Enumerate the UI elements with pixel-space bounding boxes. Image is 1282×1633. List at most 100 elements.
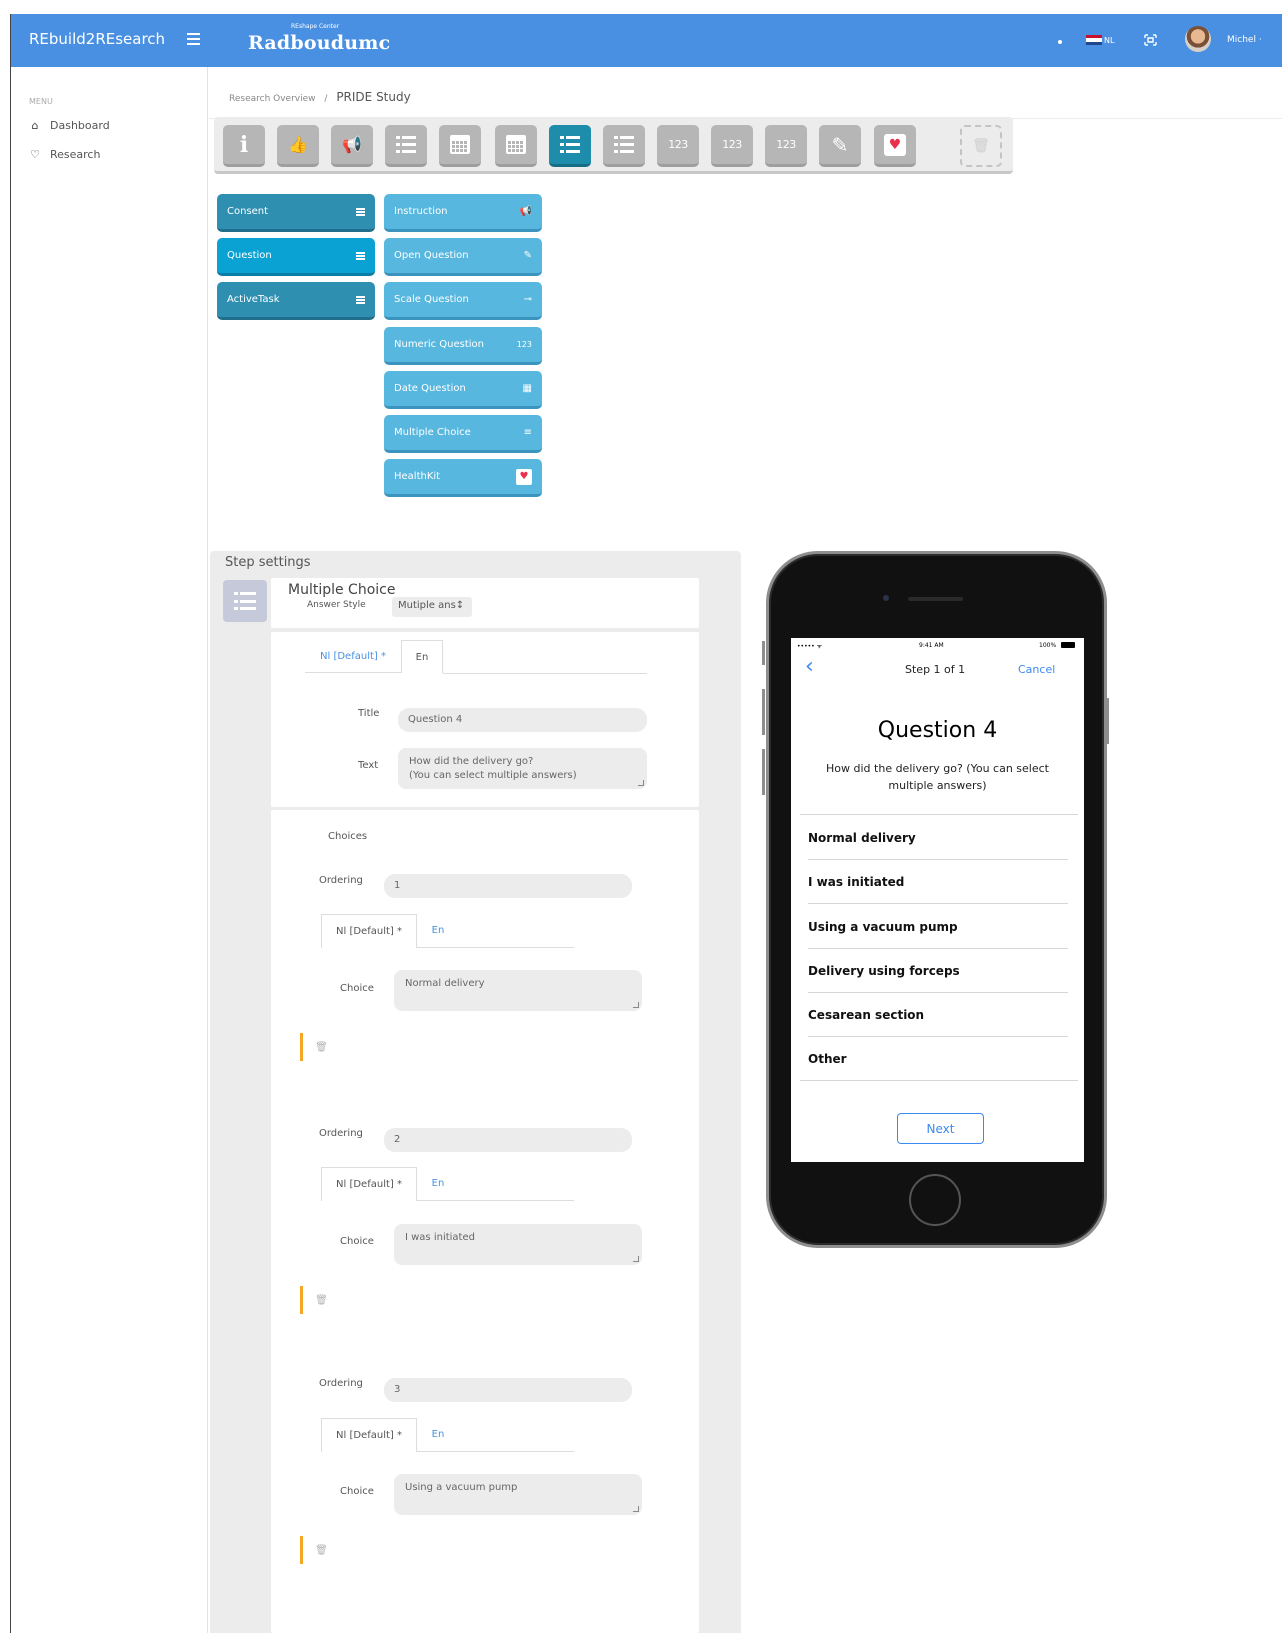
next-button[interactable]: Next [897, 1113, 984, 1144]
divider [808, 992, 1068, 993]
healthkit-heart-icon[interactable]: ♥ [874, 125, 916, 167]
numeric-icon[interactable]: 123 [765, 125, 807, 167]
step-type-instruction[interactable]: Instruction 📢 [384, 194, 542, 232]
notification-dot-icon[interactable] [1058, 40, 1062, 44]
tab-nl-default[interactable]: Nl [Default] * [305, 640, 401, 673]
answer-style-select[interactable]: Mutiple ans↕ [392, 597, 472, 617]
trash-icon[interactable]: 🗑 [960, 125, 1002, 167]
language-selector[interactable]: NL [1104, 36, 1114, 45]
delete-choice-button[interactable]: 🗑 [300, 1286, 330, 1314]
delete-choice-button[interactable]: 🗑 [300, 1536, 330, 1564]
calendar-icon[interactable] [495, 125, 537, 167]
phone-preview: ••••• ᯤ 9:41 AM 100% ‹ Step 1 of 1 Cance… [766, 551, 1107, 1248]
step-type-numeric-question[interactable]: Numeric Question 123 [384, 327, 542, 365]
pencil-icon[interactable]: ✎ [819, 125, 861, 167]
tab-en[interactable]: En [417, 1418, 459, 1452]
radboudumc-logo: Radboudumc [248, 32, 391, 54]
choice-option[interactable]: I was initiated [808, 875, 1068, 889]
tab-nl-default[interactable]: Nl [Default] * [321, 1418, 417, 1452]
hamburger-menu-icon[interactable] [187, 33, 200, 45]
battery-status: 100% [1039, 642, 1057, 649]
choice-option[interactable]: Normal delivery [808, 831, 1068, 845]
sidebar-item-research[interactable]: ♡ Research [29, 148, 100, 161]
choice-option[interactable]: Using a vacuum pump [808, 920, 1068, 934]
cancel-button[interactable]: Cancel [1018, 663, 1055, 676]
phone-volume-down [762, 749, 765, 795]
tab-en[interactable]: En [417, 914, 459, 948]
step-type-scale-question[interactable]: Scale Question ⊸ [384, 282, 542, 320]
breadcrumb-parent[interactable]: Research Overview [229, 94, 316, 104]
title-input[interactable]: Question 4 [398, 708, 647, 732]
app-brand[interactable]: REbuild2REsearch [29, 30, 165, 48]
step-type-label: Open Question [394, 250, 469, 261]
numeric-icon[interactable]: 123 [657, 125, 699, 167]
choice-textarea[interactable]: I was initiated [394, 1224, 642, 1265]
back-chevron-icon[interactable]: ‹ [805, 654, 814, 679]
step-type-label: HealthKit [394, 471, 441, 482]
step-type-multiple-choice[interactable]: Multiple Choice ≡ [384, 415, 542, 453]
earpiece-speaker [908, 597, 963, 601]
user-menu[interactable]: Michel · [1227, 35, 1262, 45]
tab-en[interactable]: En [417, 1167, 459, 1201]
megaphone-icon[interactable]: 📢 [331, 125, 373, 167]
step-type-label: Numeric Question [394, 339, 485, 350]
netherlands-flag-icon[interactable] [1086, 35, 1102, 45]
text-value-line: How did the delivery go? [409, 756, 534, 767]
answer-style-label: Answer Style [307, 600, 366, 610]
step-type-open-question[interactable]: Open Question ✎ [384, 238, 542, 276]
divider [800, 1080, 1078, 1081]
divider [808, 859, 1068, 860]
tab-en[interactable]: En [401, 640, 443, 673]
list-icon[interactable] [385, 125, 427, 167]
step-category-label: ActiveTask [227, 294, 280, 305]
trash-icon: 🗑 [315, 1041, 328, 1053]
numeric-icon: 123 [516, 340, 532, 349]
choice-textarea[interactable]: Normal delivery [394, 970, 642, 1011]
text-label: Text [358, 760, 379, 771]
choice-textarea[interactable]: Using a vacuum pump [394, 1474, 642, 1515]
step-type-label: Date Question [394, 383, 466, 394]
choice-option[interactable]: Cesarean section [808, 1008, 1068, 1022]
tab-nl-default[interactable]: Nl [Default] * [321, 1167, 417, 1201]
avatar[interactable] [1185, 26, 1211, 52]
step-type-healthkit[interactable]: HealthKit ♥ [384, 459, 542, 497]
question-title: Question 4 [877, 718, 998, 743]
step-type-label: Instruction [394, 206, 448, 217]
tab-divider [443, 673, 647, 674]
step-category-question[interactable]: Question [217, 238, 375, 276]
list-icon: ≡ [523, 427, 532, 438]
top-bar: REbuild2REsearch REshape Center Radboudu… [11, 14, 1282, 67]
choice-label: Choice [340, 1236, 374, 1247]
divider [808, 948, 1068, 949]
info-icon[interactable]: i [223, 125, 265, 167]
list-icon[interactable] [549, 125, 591, 167]
delete-choice-button[interactable]: 🗑 [300, 1033, 330, 1061]
step-type-label: Scale Question [394, 294, 469, 305]
ordering-label: Ordering [319, 1378, 363, 1389]
battery-icon [1061, 642, 1075, 648]
megaphone-icon: 📢 [519, 206, 532, 217]
numeric-icon[interactable]: 123 [711, 125, 753, 167]
slider-icon: ⊸ [523, 294, 532, 305]
tab-divider [459, 947, 574, 948]
ordering-label: Ordering [319, 1128, 363, 1139]
thumbs-up-icon[interactable]: 👍 [277, 125, 319, 167]
title-label: Title [358, 708, 380, 719]
ordering-input[interactable]: 3 [384, 1378, 632, 1402]
step-type-date-question[interactable]: Date Question ▦ [384, 371, 542, 409]
calendar-icon[interactable] [439, 125, 481, 167]
step-category-activetask[interactable]: ActiveTask [217, 282, 375, 320]
fullscreen-icon[interactable] [1144, 34, 1157, 46]
choice-option[interactable]: Delivery using forceps [808, 964, 1068, 978]
healthkit-heart-icon: ♥ [516, 468, 532, 485]
menu-icon [356, 295, 365, 304]
ordering-input[interactable]: 1 [384, 874, 632, 898]
choice-option[interactable]: Other [808, 1052, 1068, 1066]
list-icon[interactable] [603, 125, 645, 167]
ordering-input[interactable]: 2 [384, 1128, 632, 1152]
sidebar-item-dashboard[interactable]: ⌂ Dashboard [29, 119, 110, 132]
step-category-consent[interactable]: Consent [217, 194, 375, 232]
tab-nl-default[interactable]: Nl [Default] * [321, 914, 417, 948]
text-textarea[interactable]: How did the delivery go? (You can select… [398, 748, 647, 789]
menu-icon [356, 207, 365, 216]
